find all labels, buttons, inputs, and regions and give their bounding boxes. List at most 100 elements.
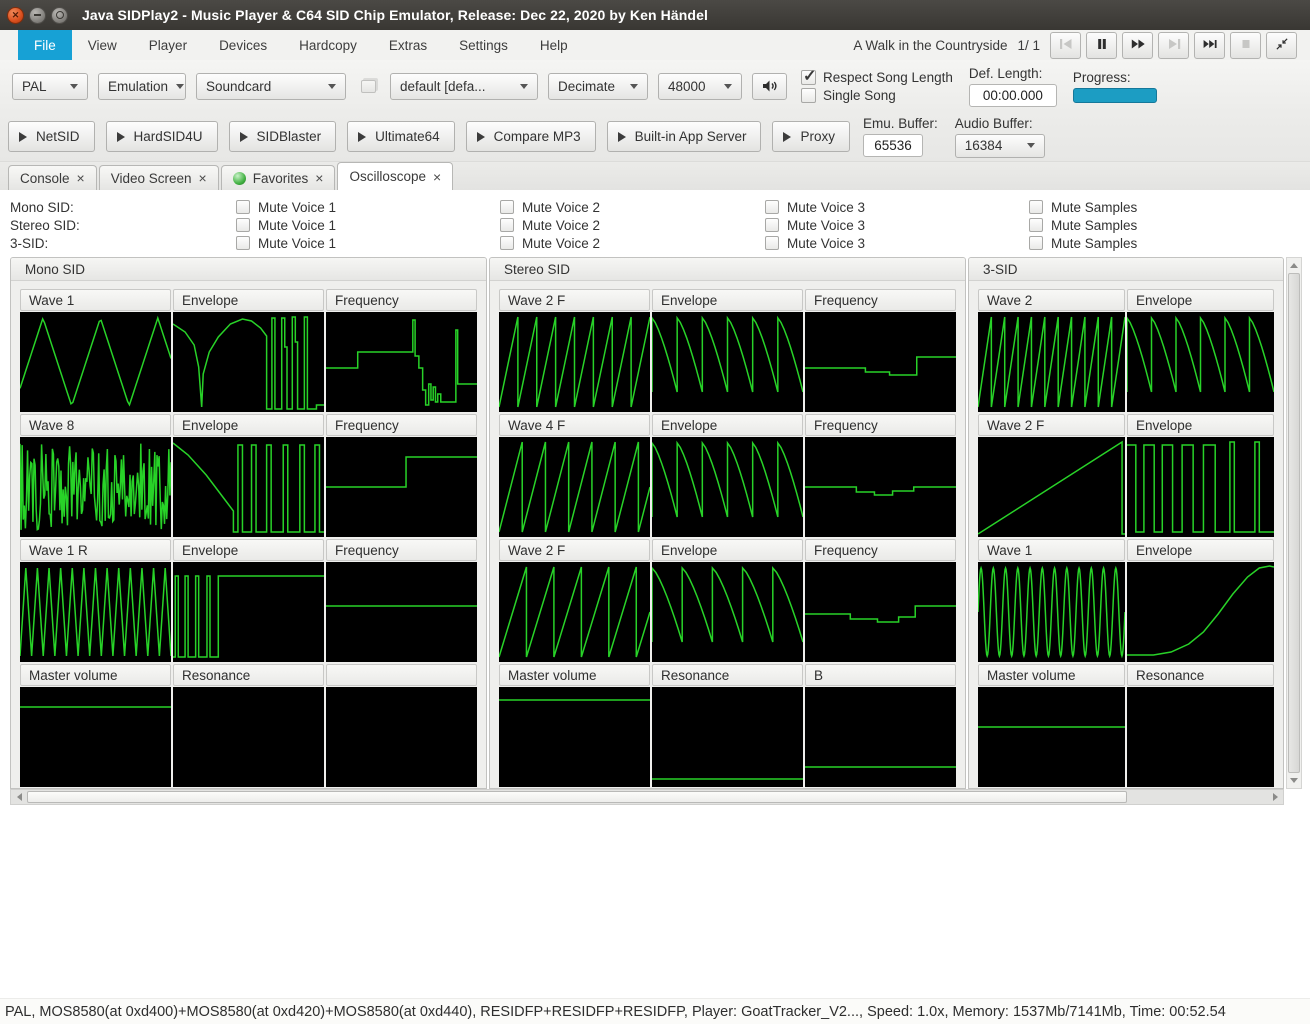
scope-cell: Frequency — [805, 289, 956, 412]
vertical-scrollbar[interactable] — [1286, 257, 1302, 789]
scope-grid: Wave 2EnvelopeWave 2 FEnvelopeWave 1Enve… — [969, 281, 1283, 789]
scope-cell: Envelope — [1127, 289, 1274, 412]
mute-checkbox-2-1[interactable]: Mute Voice 1 — [236, 218, 500, 233]
built-in-app-server-button[interactable]: Built-in App Server — [607, 121, 762, 152]
tab-close-icon[interactable]: × — [433, 169, 441, 185]
emu-buffer-field[interactable]: 65536 — [863, 134, 923, 157]
video-standard-dropdown[interactable]: PAL — [12, 73, 88, 100]
fast-forward-button[interactable] — [1122, 32, 1153, 59]
skip-end-button[interactable] — [1194, 32, 1225, 59]
scope-cell: Envelope — [1127, 539, 1274, 662]
pause-button[interactable] — [1086, 32, 1117, 59]
mute-checkbox-3-2[interactable]: Mute Voice 2 — [500, 236, 765, 251]
mute-checkbox-label: Mute Voice 3 — [787, 236, 865, 251]
collapse-icon — [1274, 38, 1290, 53]
chevron-down-icon — [1027, 143, 1035, 148]
close-window-icon[interactable] — [7, 7, 24, 24]
tab-video-screen[interactable]: Video Screen× — [99, 165, 219, 190]
menu-player[interactable]: Player — [133, 30, 203, 60]
vertical-scrollbar-thumb[interactable] — [1288, 273, 1300, 773]
sample-rate-dropdown[interactable]: 48000 — [658, 73, 742, 100]
mute-checkbox-label: Mute Samples — [1051, 218, 1137, 233]
tab-favorites[interactable]: Favorites× — [221, 165, 336, 190]
scope-label: Wave 2 F — [978, 414, 1125, 436]
horizontal-scrollbar[interactable] — [10, 789, 1284, 805]
sidblaster-button[interactable]: SIDBlaster — [229, 121, 337, 152]
menu-devices[interactable]: Devices — [203, 30, 283, 60]
oscilloscope-canvas — [20, 562, 171, 662]
skip-start-button[interactable] — [1050, 32, 1081, 59]
scroll-down-icon[interactable] — [1287, 773, 1301, 788]
single-song-checkbox[interactable]: Single Song — [801, 88, 953, 103]
mute-checkbox-3-1[interactable]: Mute Voice 1 — [236, 236, 500, 251]
tab-close-icon[interactable]: × — [199, 170, 207, 186]
scope-cell: B — [805, 664, 956, 787]
tab-close-icon[interactable]: × — [77, 170, 85, 186]
respect-song-length-checkbox[interactable]: Respect Song Length — [801, 70, 953, 85]
scope-cell: Envelope — [173, 539, 324, 662]
device-dropdown[interactable]: Soundcard — [196, 73, 346, 100]
scope-label: Wave 4 F — [499, 414, 650, 436]
collapse-button[interactable] — [1266, 32, 1297, 59]
oscilloscope-canvas — [173, 437, 324, 537]
oscilloscope-canvas — [652, 687, 803, 787]
mute-checkbox-1-3[interactable]: Mute Voice 3 — [765, 200, 1029, 215]
audio-buffer-label: Audio Buffer: — [955, 116, 1045, 131]
menu-file[interactable]: File — [18, 30, 72, 60]
mute-checkbox-1-1[interactable]: Mute Voice 1 — [236, 200, 500, 215]
checkbox-icon — [500, 218, 514, 232]
menu-extras[interactable]: Extras — [373, 30, 443, 60]
compare-mp3-button[interactable]: Compare MP3 — [466, 121, 596, 152]
oscilloscope-canvas — [805, 562, 956, 662]
tab-console[interactable]: Console× — [8, 165, 97, 190]
scroll-right-icon[interactable] — [1267, 790, 1283, 804]
chevron-down-icon — [328, 84, 336, 89]
skip-next-button[interactable] — [1158, 32, 1189, 59]
minimize-window-icon[interactable] — [29, 7, 46, 24]
proxy-button[interactable]: Proxy — [772, 121, 850, 152]
oscilloscope-canvas — [652, 437, 803, 537]
mute-checkbox-3-4[interactable]: Mute Samples — [1029, 236, 1310, 251]
scope-cell: Wave 1 R — [20, 539, 171, 662]
checkbox-icon — [1029, 200, 1043, 214]
netsid-button[interactable]: NetSID — [8, 121, 95, 152]
scroll-up-icon[interactable] — [1287, 258, 1301, 273]
chevron-down-icon — [630, 84, 638, 89]
scope-cell: Envelope — [173, 414, 324, 537]
menu-help[interactable]: Help — [524, 30, 584, 60]
oscilloscope-canvas — [652, 562, 803, 662]
maximize-window-icon[interactable] — [51, 7, 68, 24]
checkbox-icon — [1029, 218, 1043, 232]
scope-cell: Frequency — [805, 414, 956, 537]
scope-cell: Wave 2 — [978, 289, 1125, 412]
mute-checkbox-1-2[interactable]: Mute Voice 2 — [500, 200, 765, 215]
mute-checkbox-label: Mute Samples — [1051, 236, 1137, 251]
volume-button[interactable] — [752, 73, 787, 100]
menu-view[interactable]: View — [72, 30, 133, 60]
menu-settings[interactable]: Settings — [443, 30, 524, 60]
horizontal-scrollbar-thumb[interactable] — [27, 791, 1127, 803]
mute-checkbox-3-3[interactable]: Mute Voice 3 — [765, 236, 1029, 251]
mute-checkbox-2-4[interactable]: Mute Samples — [1029, 218, 1310, 233]
menu-hardcopy[interactable]: Hardcopy — [283, 30, 373, 60]
oscilloscope-canvas — [326, 562, 477, 662]
default-length-field[interactable]: 00:00.000 — [969, 84, 1057, 107]
tab-oscilloscope[interactable]: Oscilloscope× — [337, 162, 453, 190]
engine-dropdown[interactable]: Emulation — [98, 73, 186, 100]
tune-dropdown[interactable]: default [defa... — [390, 73, 538, 100]
stop-button[interactable] — [1230, 32, 1261, 59]
mute-checkbox-2-3[interactable]: Mute Voice 3 — [765, 218, 1029, 233]
tab-close-icon[interactable]: × — [315, 170, 323, 186]
sampling-dropdown[interactable]: Decimate — [548, 73, 648, 100]
mute-checkbox-2-2[interactable]: Mute Voice 2 — [500, 218, 765, 233]
window-title: Java SIDPlay2 - Music Player & C64 SID C… — [82, 7, 708, 23]
audio-buffer-dropdown[interactable]: 16384 — [955, 134, 1045, 158]
mute-checkbox-1-4[interactable]: Mute Samples — [1029, 200, 1310, 215]
scroll-left-icon[interactable] — [11, 790, 27, 804]
oscilloscope-canvas — [499, 437, 650, 537]
scope-label: Envelope — [1127, 414, 1274, 436]
ultimate64-button[interactable]: Ultimate64 — [347, 121, 455, 152]
hardsid4u-button[interactable]: HardSID4U — [106, 121, 218, 152]
scope-label: Wave 1 R — [20, 539, 171, 561]
panel-title: 3-SID — [969, 258, 1283, 281]
